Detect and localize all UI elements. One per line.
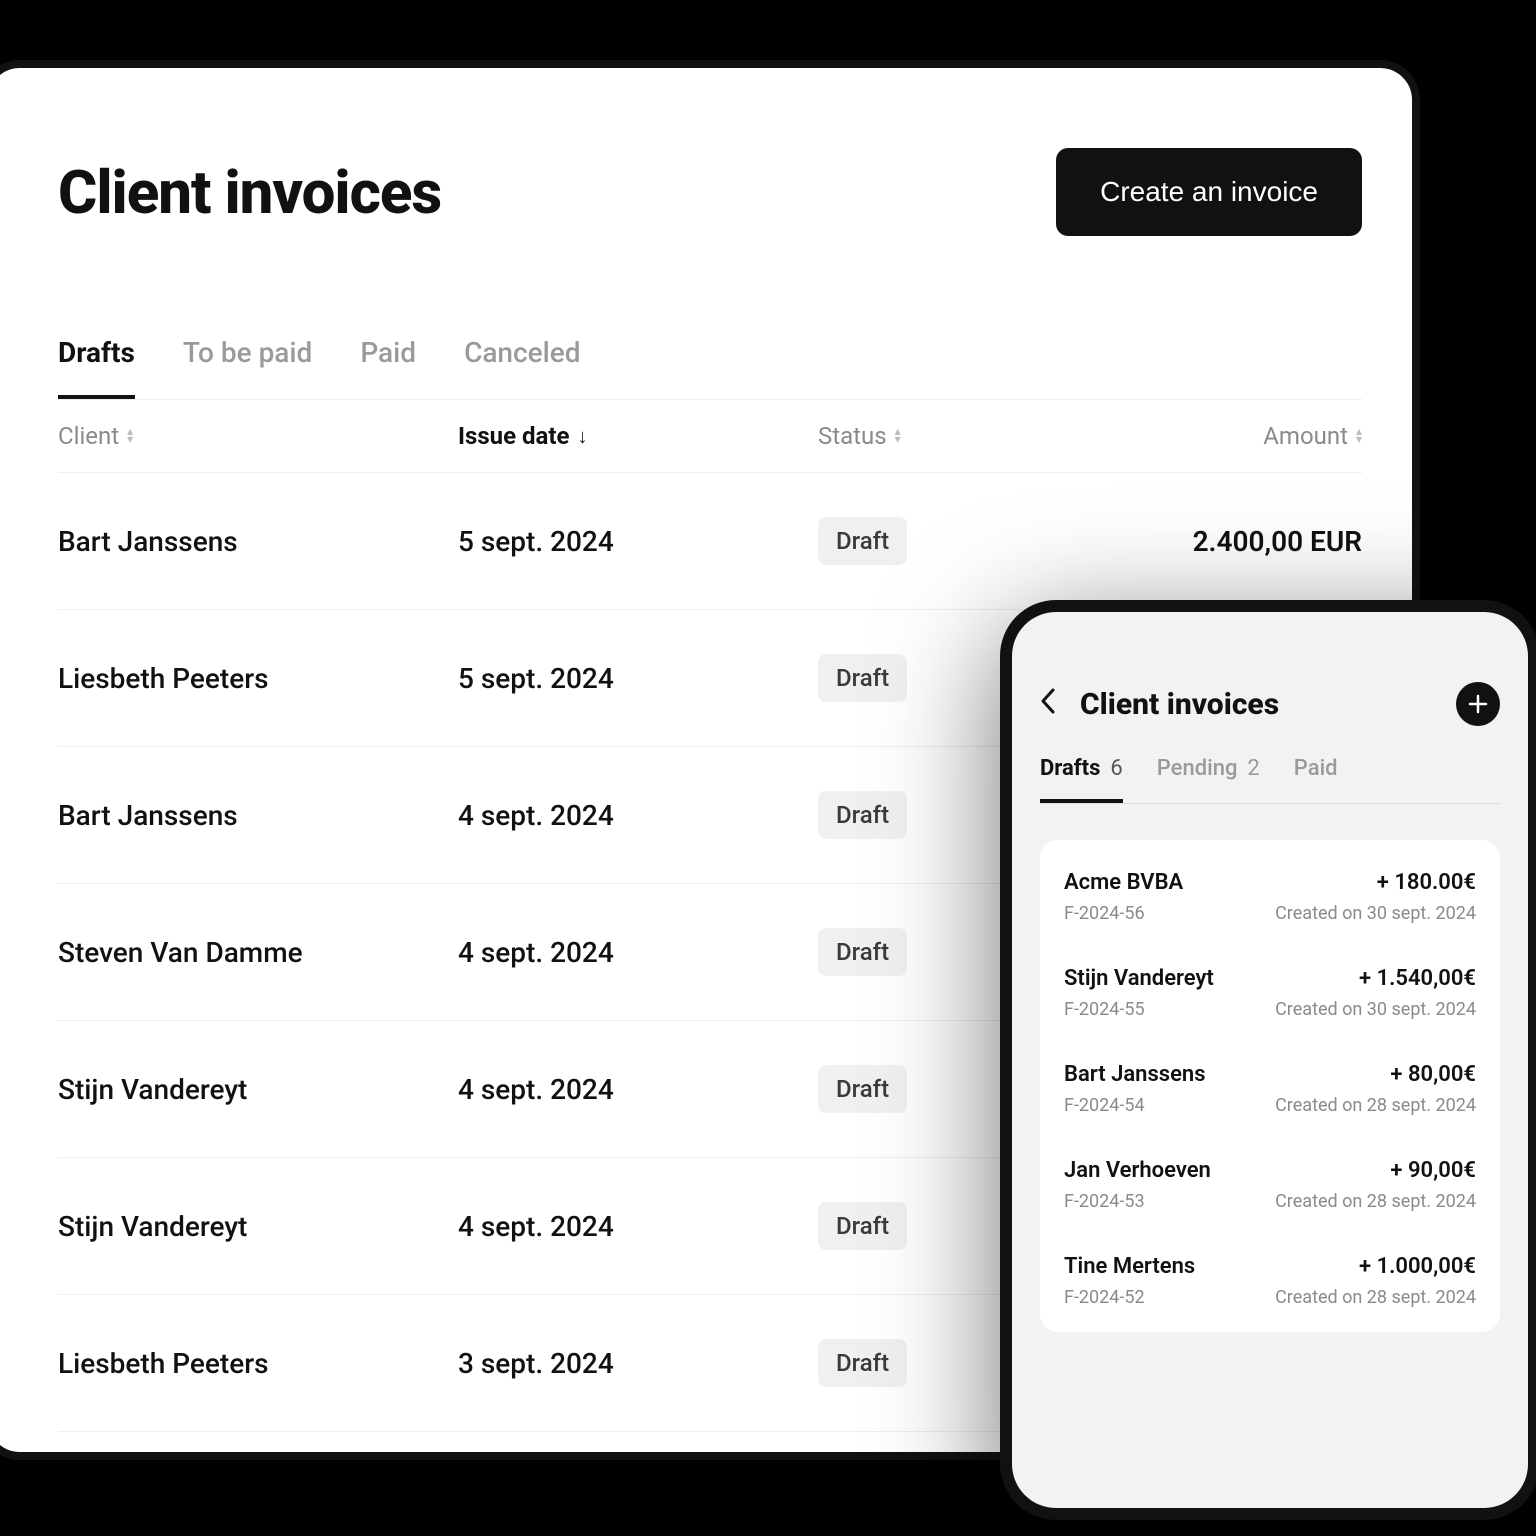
mobile-invoice-list: Acme BVBA + 180.00€ F-2024-56 Created on… <box>1040 840 1500 1332</box>
item-ref: F-2024-52 <box>1064 1287 1145 1308</box>
list-item[interactable]: Acme BVBA + 180.00€ F-2024-56 Created on… <box>1064 846 1476 942</box>
table-header: Client ▴▾ Issue date ↓ Status ▴▾ Amount … <box>58 400 1362 473</box>
mobile-title: Client invoices <box>1080 687 1440 722</box>
mobile-bezel: Client invoices Drafts 6 Pending 2 <box>1000 600 1536 1520</box>
tab-paid[interactable]: Paid <box>360 336 416 399</box>
cell-client: Liesbeth Peeters <box>58 1347 458 1380</box>
item-amount: + 90,00€ <box>1390 1158 1476 1183</box>
item-ref: F-2024-56 <box>1064 903 1145 924</box>
cell-date: 4 sept. 2024 <box>458 799 818 832</box>
cell-date: 5 sept. 2024 <box>458 662 818 695</box>
sort-icon: ▴▾ <box>1356 428 1362 444</box>
status-badge: Draft <box>818 1202 907 1250</box>
add-invoice-button[interactable] <box>1456 682 1500 726</box>
mobile-tab-count: 2 <box>1247 756 1259 781</box>
cell-client: Bart Janssens <box>58 799 458 832</box>
col-client-label: Client <box>58 422 119 450</box>
item-ref: F-2024-54 <box>1064 1095 1145 1116</box>
item-meta: Created on 30 sept. 2024 <box>1275 903 1476 924</box>
list-item[interactable]: Stijn Vandereyt + 1.540,00€ F-2024-55 Cr… <box>1064 942 1476 1038</box>
cell-amount: 2.400,00 EUR <box>1118 525 1362 558</box>
item-client: Bart Janssens <box>1064 1062 1206 1087</box>
item-client: Jan Verhoeven <box>1064 1158 1211 1183</box>
desktop-header: Client invoices Create an invoice <box>58 148 1362 236</box>
list-item[interactable]: Bart Janssens + 80,00€ F-2024-54 Created… <box>1064 1038 1476 1134</box>
item-client: Stijn Vandereyt <box>1064 966 1214 991</box>
mobile-tab-pending[interactable]: Pending 2 <box>1157 756 1260 803</box>
cell-client: Stijn Vandereyt <box>58 1073 458 1106</box>
list-item[interactable]: Tine Mertens + 1.000,00€ F-2024-52 Creat… <box>1064 1230 1476 1326</box>
status-badge: Draft <box>818 654 907 702</box>
sort-icon: ▴▾ <box>127 428 133 444</box>
col-issue-date[interactable]: Issue date ↓ <box>458 422 818 450</box>
mobile-screen: Client invoices Drafts 6 Pending 2 <box>1012 612 1528 1508</box>
mobile-tab-drafts[interactable]: Drafts 6 <box>1040 756 1123 803</box>
status-badge: Draft <box>818 928 907 976</box>
item-meta: Created on 28 sept. 2024 <box>1275 1095 1476 1116</box>
tab-canceled[interactable]: Canceled <box>464 336 580 399</box>
item-client: Acme BVBA <box>1064 870 1183 895</box>
col-status[interactable]: Status ▴▾ <box>818 422 1118 450</box>
item-amount: + 80,00€ <box>1390 1062 1476 1087</box>
list-item[interactable]: Jan Verhoeven + 90,00€ F-2024-53 Created… <box>1064 1134 1476 1230</box>
item-amount: + 1.540,00€ <box>1359 966 1476 991</box>
item-meta: Created on 28 sept. 2024 <box>1275 1287 1476 1308</box>
mobile-tab-label: Paid <box>1294 756 1338 781</box>
item-meta: Created on 30 sept. 2024 <box>1275 999 1476 1020</box>
cell-date: 4 sept. 2024 <box>458 1073 818 1106</box>
cell-client: Steven Van Damme <box>58 936 458 969</box>
tab-to-be-paid[interactable]: To be paid <box>183 336 312 399</box>
cell-date: 3 sept. 2024 <box>458 1347 818 1380</box>
col-amount[interactable]: Amount ▴▾ <box>1118 422 1362 450</box>
sort-icon: ▴▾ <box>895 428 901 444</box>
cell-date: 5 sept. 2024 <box>458 525 818 558</box>
cell-date: 4 sept. 2024 <box>458 1210 818 1243</box>
item-amount: + 180.00€ <box>1377 870 1476 895</box>
sort-desc-icon: ↓ <box>577 424 587 449</box>
table-row[interactable]: Bart Janssens 5 sept. 2024 Draft 2.400,0… <box>58 473 1362 610</box>
item-ref: F-2024-55 <box>1064 999 1145 1020</box>
mobile-tabs: Drafts 6 Pending 2 Paid <box>1040 756 1500 804</box>
mobile-tab-label: Pending <box>1157 756 1238 781</box>
item-amount: + 1.000,00€ <box>1359 1254 1476 1279</box>
item-ref: F-2024-53 <box>1064 1191 1145 1212</box>
col-issue-date-label: Issue date <box>458 422 569 450</box>
page-title: Client invoices <box>58 157 441 228</box>
mobile-tab-label: Drafts <box>1040 756 1100 781</box>
cell-client: Stijn Vandereyt <box>58 1210 458 1243</box>
col-client[interactable]: Client ▴▾ <box>58 422 458 450</box>
status-badge: Draft <box>818 517 907 565</box>
item-meta: Created on 28 sept. 2024 <box>1275 1191 1476 1212</box>
mobile-tab-paid[interactable]: Paid <box>1294 756 1338 803</box>
status-badge: Draft <box>818 791 907 839</box>
cell-client: Bart Janssens <box>58 525 458 558</box>
create-invoice-button[interactable]: Create an invoice <box>1056 148 1362 236</box>
item-client: Tine Mertens <box>1064 1254 1195 1279</box>
cell-date: 4 sept. 2024 <box>458 936 818 969</box>
mobile-header: Client invoices <box>1040 682 1500 726</box>
col-status-label: Status <box>818 422 887 450</box>
status-badge: Draft <box>818 1339 907 1387</box>
back-icon[interactable] <box>1040 687 1064 722</box>
status-badge: Draft <box>818 1065 907 1113</box>
cell-client: Liesbeth Peeters <box>58 662 458 695</box>
mobile-tab-count: 6 <box>1110 756 1122 781</box>
col-amount-label: Amount <box>1263 422 1348 450</box>
desktop-tabs: Drafts To be paid Paid Canceled <box>58 336 1362 400</box>
tab-drafts[interactable]: Drafts <box>58 336 135 399</box>
mobile-device: Client invoices Drafts 6 Pending 2 <box>1000 600 1536 1520</box>
